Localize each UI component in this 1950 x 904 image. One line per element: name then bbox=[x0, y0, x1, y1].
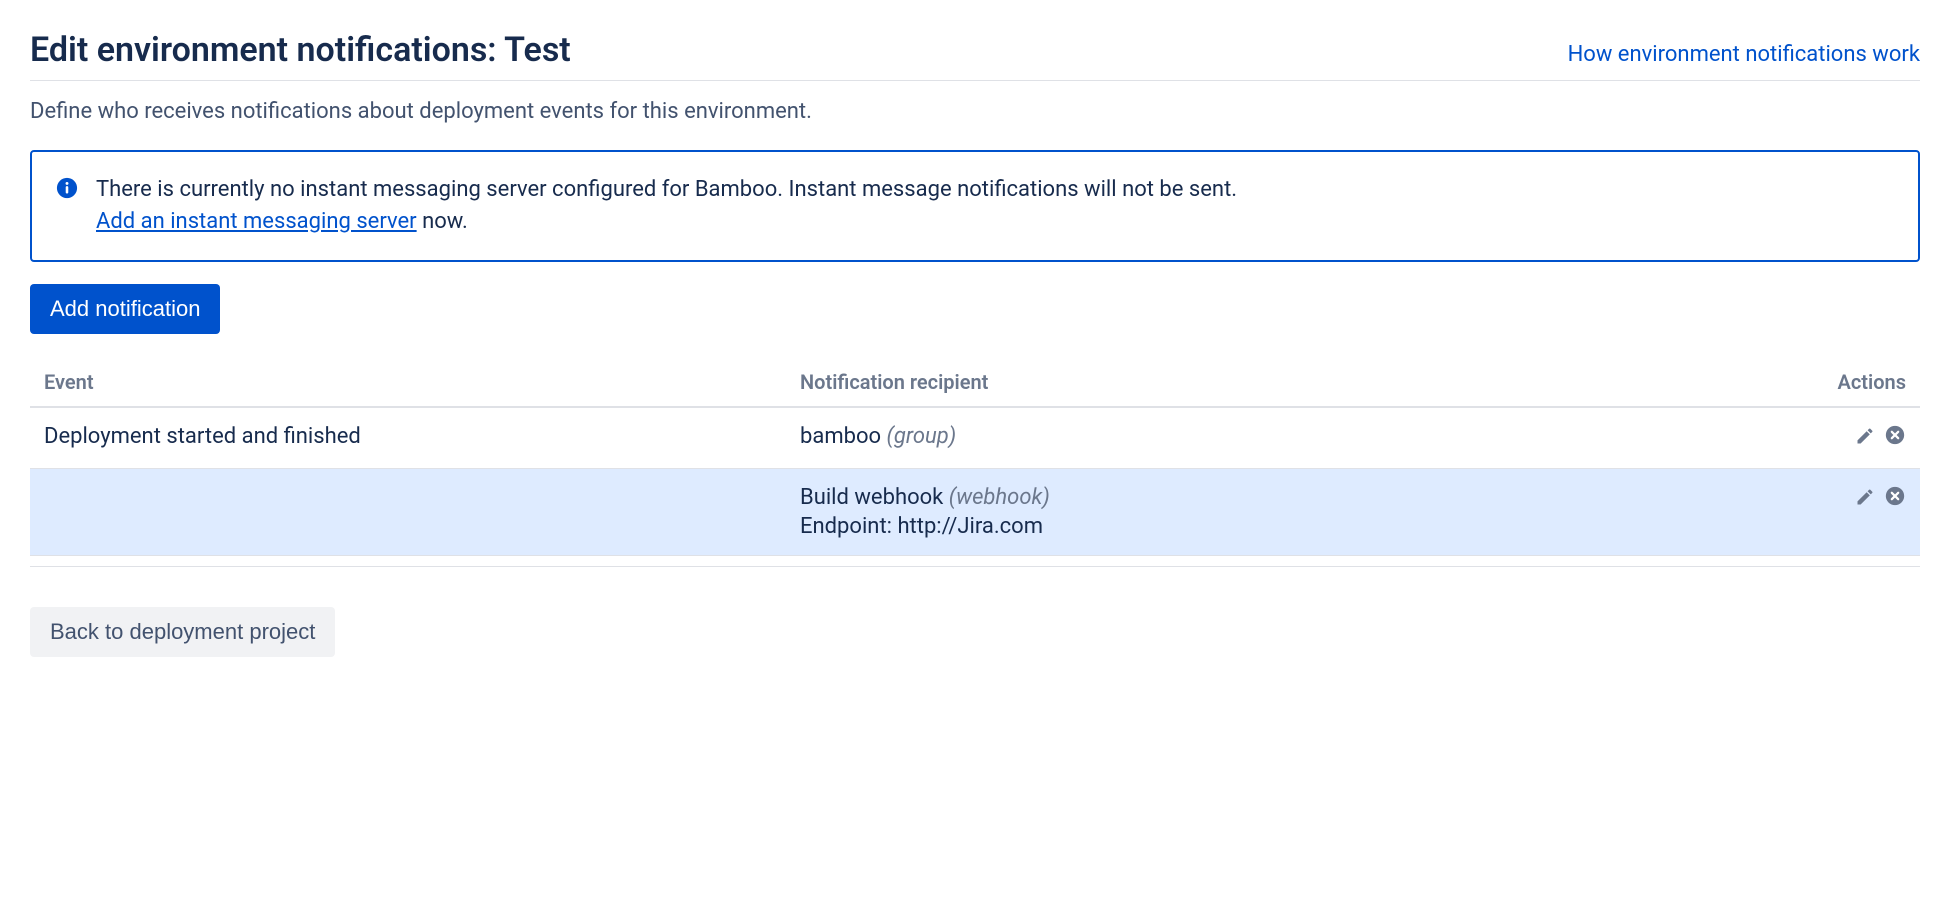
edit-icon[interactable] bbox=[1855, 426, 1875, 446]
info-panel: There is currently no instant messaging … bbox=[30, 150, 1920, 262]
info-panel-content: There is currently no instant messaging … bbox=[96, 174, 1237, 238]
col-event: Event bbox=[30, 358, 786, 407]
back-button[interactable]: Back to deployment project bbox=[30, 607, 335, 657]
col-actions: Actions bbox=[1800, 358, 1920, 407]
help-link[interactable]: How environment notifications work bbox=[1568, 42, 1920, 67]
cell-event: Deployment started and finished bbox=[30, 407, 786, 469]
delete-icon[interactable] bbox=[1884, 485, 1906, 507]
recipient-name: Build webhook bbox=[800, 485, 943, 510]
notifications-table: Event Notification recipient Actions Dep… bbox=[30, 358, 1920, 556]
cell-actions bbox=[1800, 407, 1920, 469]
cell-event bbox=[30, 468, 786, 555]
recipient-type: (group) bbox=[887, 424, 957, 449]
divider bbox=[30, 566, 1920, 567]
col-recipient: Notification recipient bbox=[786, 358, 1800, 407]
page-header: Edit environment notifications: Test How… bbox=[30, 30, 1920, 81]
info-icon bbox=[56, 177, 78, 199]
table-row: Build webhook (webhook) Endpoint: http:/… bbox=[30, 468, 1920, 555]
cell-actions bbox=[1800, 468, 1920, 555]
recipient-type: (webhook) bbox=[949, 485, 1050, 510]
add-notification-button[interactable]: Add notification bbox=[30, 284, 220, 334]
table-row: Deployment started and finished bamboo (… bbox=[30, 407, 1920, 469]
cell-recipient: Build webhook (webhook) Endpoint: http:/… bbox=[786, 468, 1800, 555]
page-description: Define who receives notifications about … bbox=[30, 99, 1920, 124]
recipient-name: bamboo bbox=[800, 424, 881, 449]
add-messaging-server-link[interactable]: Add an instant messaging server bbox=[96, 209, 417, 234]
delete-icon[interactable] bbox=[1884, 424, 1906, 446]
page-title: Edit environment notifications: Test bbox=[30, 30, 571, 70]
recipient-extra: Endpoint: http://Jira.com bbox=[800, 514, 1786, 539]
info-after-link: now. bbox=[417, 209, 468, 234]
cell-recipient: bamboo (group) bbox=[786, 407, 1800, 469]
info-message: There is currently no instant messaging … bbox=[96, 177, 1237, 202]
edit-icon[interactable] bbox=[1855, 487, 1875, 507]
